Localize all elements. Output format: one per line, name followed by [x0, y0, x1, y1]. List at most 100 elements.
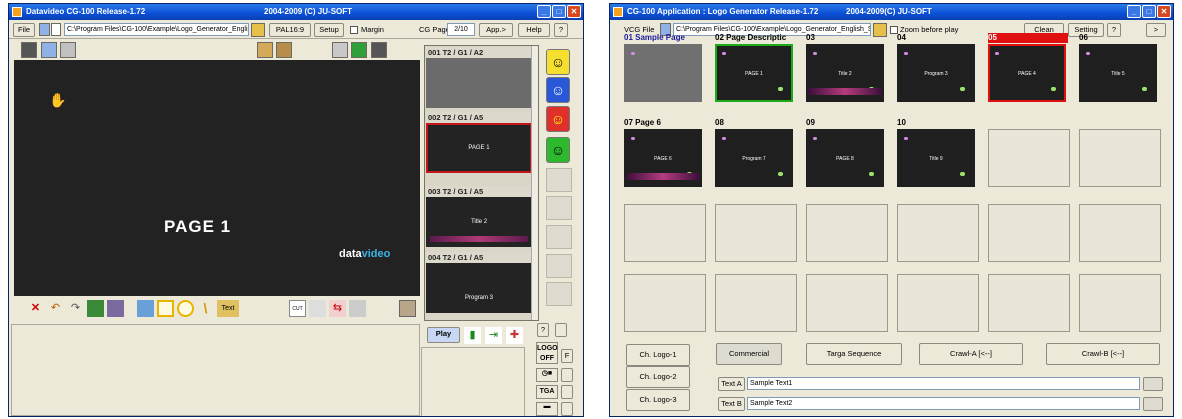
layer-icon[interactable] [87, 300, 104, 317]
group-icon[interactable] [107, 300, 124, 317]
empty-logo-slot[interactable] [806, 204, 888, 262]
text-a-side-button[interactable] [1143, 377, 1163, 391]
logo-page-cell[interactable]: 05 PAGE 4 [986, 33, 1068, 104]
effect-slot[interactable] [546, 225, 572, 249]
empty-logo-slot[interactable] [988, 204, 1070, 262]
file-button[interactable]: File [13, 23, 35, 37]
logo-off-button[interactable]: LOGO OFF [536, 342, 558, 364]
live-icon[interactable] [351, 42, 367, 58]
image-icon[interactable] [137, 300, 154, 317]
page-thumbnail[interactable] [426, 58, 532, 108]
layout-icon[interactable] [60, 42, 76, 58]
next-icon[interactable]: ⇥ [485, 327, 502, 344]
close-icon[interactable]: ✕ [567, 5, 581, 18]
logo-page-cell[interactable]: 09 PAGE 8 [804, 118, 886, 189]
new-page-icon[interactable] [51, 23, 61, 36]
text-tool-icon[interactable]: Text [217, 300, 239, 317]
logo-page-cell[interactable]: 02 Page Descriptic PAGE 1 [713, 33, 795, 104]
empty-logo-slot[interactable] [897, 204, 979, 262]
empty-logo-slot[interactable] [624, 204, 706, 262]
redo-icon[interactable]: ↷ [67, 300, 84, 317]
empty-logo-slot[interactable] [1079, 129, 1161, 187]
format-button[interactable]: PAL16:9 [269, 23, 311, 37]
empty-logo-slot[interactable] [1079, 204, 1161, 262]
texture-icon[interactable] [276, 42, 292, 58]
maximize-icon[interactable]: □ [1142, 5, 1156, 18]
logo-page-cell[interactable]: 06 Title 5 [1077, 33, 1159, 104]
palette-icon[interactable] [257, 42, 273, 58]
page-list-item[interactable]: 004 T2 / G1 / A5 Program 3 [426, 252, 532, 313]
hand-tool-icon[interactable] [332, 42, 348, 58]
text-a-button[interactable]: Text A [718, 377, 745, 391]
step-icon[interactable]: ▮ [464, 327, 481, 344]
page-list-item[interactable]: 003 T2 / G1 / A5 Title 2 [426, 186, 532, 247]
logo-page-thumbnail[interactable]: Title 9 [897, 129, 975, 187]
smiley-yellow-icon[interactable]: ☺ [546, 49, 570, 75]
page-list-item[interactable]: 001 T2 / G1 / A2 [426, 47, 532, 108]
bar-icon[interactable]: ▬ [536, 402, 558, 416]
logo-page-thumbnail[interactable]: Title 5 [1079, 44, 1157, 102]
logo-page-thumbnail[interactable]: PAGE 6 [624, 129, 702, 187]
logo-f-button[interactable]: F [561, 349, 573, 363]
empty-logo-slot[interactable] [897, 274, 979, 332]
logo-page-cell[interactable]: 08 Program 7 [713, 118, 795, 189]
effect-slot[interactable] [546, 254, 572, 278]
text-edit-panel[interactable] [11, 324, 420, 416]
app-button[interactable]: App.> [479, 23, 513, 37]
page-thumbnail[interactable]: Program 3 [426, 263, 532, 313]
film-icon[interactable] [21, 42, 37, 58]
smiley-green-icon[interactable]: ☺ [546, 137, 570, 163]
empty-logo-slot[interactable] [806, 274, 888, 332]
frame-icon[interactable] [399, 300, 416, 317]
open-folder-icon[interactable] [251, 23, 265, 37]
empty-logo-slot[interactable] [715, 274, 797, 332]
minimize-icon[interactable]: _ [537, 5, 551, 18]
empty-logo-slot[interactable] [988, 274, 1070, 332]
clock-side-button[interactable] [561, 368, 573, 382]
tga-side-button[interactable] [561, 385, 573, 399]
page-list-scrollbar[interactable] [531, 46, 538, 320]
clock-icon[interactable]: ◷■ [536, 368, 558, 382]
logo-page-cell[interactable]: 03 Title 2 [804, 33, 886, 104]
logo-page-thumbnail[interactable] [624, 44, 702, 102]
logo-page-thumbnail[interactable]: Title 2 [806, 44, 884, 102]
delete-icon[interactable]: ✕ [27, 300, 44, 317]
logo-page-thumbnail[interactable]: PAGE 8 [806, 129, 884, 187]
minus-mini-button[interactable] [555, 323, 567, 337]
empty-logo-slot[interactable] [624, 274, 706, 332]
help-button[interactable]: Help [518, 23, 550, 37]
push-icon[interactable]: ⇆ [329, 300, 346, 317]
help-question-button[interactable]: ? [554, 23, 568, 37]
effect-slot[interactable] [546, 168, 572, 192]
close-icon[interactable]: ✕ [1157, 5, 1171, 18]
effect-slot[interactable] [546, 196, 572, 220]
cross-icon[interactable]: ✚ [506, 327, 523, 344]
ch-logo-1-button[interactable]: Ch. Logo-1 [626, 344, 690, 366]
logo-page-cell[interactable]: 07 Page 6 PAGE 6 [622, 118, 704, 189]
empty-logo-slot[interactable] [988, 129, 1070, 187]
ellipse-icon[interactable] [177, 300, 194, 317]
logo-page-cell[interactable]: 10 Title 9 [895, 118, 977, 189]
fade-icon[interactable] [309, 300, 326, 317]
grid-view-icon[interactable] [41, 42, 57, 58]
text-b-side-button[interactable] [1143, 397, 1163, 411]
ch-logo-2-button[interactable]: Ch. Logo-2 [626, 366, 690, 388]
crawl-b-button[interactable]: Crawl-B [<--] [1046, 343, 1160, 365]
commercial-button[interactable]: Commercial [716, 343, 782, 365]
smiley-blue-icon[interactable]: ☺ [546, 77, 570, 103]
logo-page-thumbnail[interactable]: PAGE 1 [715, 44, 793, 102]
play-button[interactable]: Play [427, 327, 460, 343]
logo-page-cell[interactable]: 04 Program 3 [895, 33, 977, 104]
crawl-a-button[interactable]: Crawl-A [<--] [919, 343, 1023, 365]
empty-logo-slot[interactable] [1079, 274, 1161, 332]
page-thumbnail[interactable]: Title 2 [426, 197, 532, 247]
logo-page-cell[interactable]: 01 Sample Page [622, 33, 704, 104]
line-icon[interactable]: \ [197, 300, 214, 317]
bar-side-button[interactable] [561, 402, 573, 416]
on-air-icon[interactable] [371, 42, 387, 58]
preview-canvas[interactable]: ✋ PAGE 1 datavideo [14, 60, 420, 296]
undo-icon[interactable]: ↶ [47, 300, 64, 317]
logo-page-thumbnail[interactable]: Program 3 [897, 44, 975, 102]
page-thumbnail-selected[interactable]: PAGE 1 [426, 123, 532, 173]
cut-icon[interactable]: CUT [289, 300, 306, 317]
